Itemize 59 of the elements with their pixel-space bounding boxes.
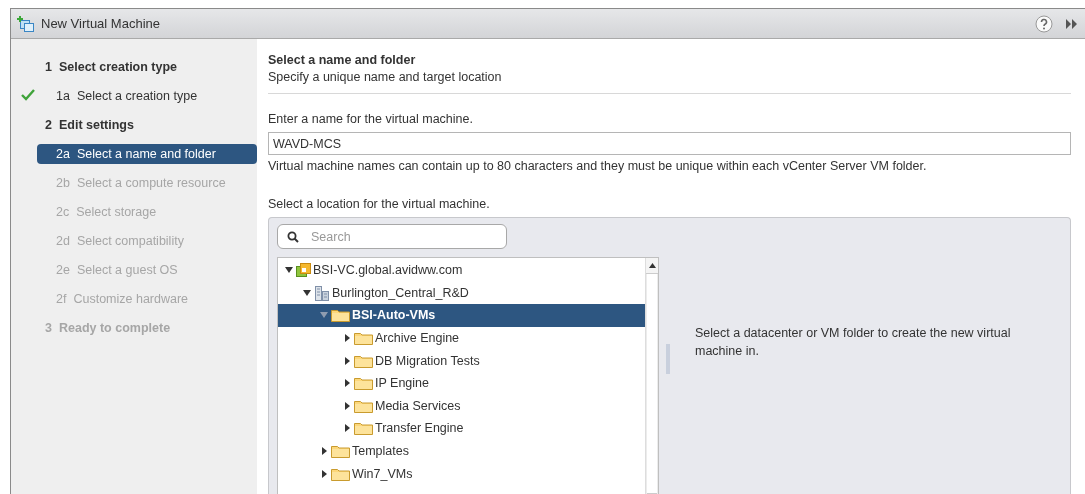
tree-row[interactable]: DB Migration Tests xyxy=(278,349,645,372)
search-icon xyxy=(287,231,299,243)
collapse-triangle-icon[interactable] xyxy=(342,423,352,434)
tree-row[interactable]: Burlington_Central_R&D xyxy=(278,281,645,305)
tree-item-label: Transfer Engine xyxy=(375,421,464,436)
folder-icon xyxy=(354,376,373,391)
tree-row[interactable]: BSI-Auto-VMs xyxy=(278,304,645,327)
tree-row[interactable]: BSI-VC.global.avidww.com xyxy=(278,259,645,282)
folder-icon xyxy=(331,444,350,459)
tree-item-label: Archive Engine xyxy=(375,331,460,346)
expand-triangle-icon[interactable] xyxy=(302,288,312,297)
help-text: Virtual machine names can contain up to 80 characters and they must be unique within each vCenter Server VM folder. xyxy=(268,159,928,173)
collapse-triangle-icon[interactable] xyxy=(342,355,352,366)
wizard-step[interactable]: 1a Select a creation type xyxy=(48,85,206,106)
tree-item-label: BSI-VC.global.avidww.com xyxy=(313,263,463,278)
wizard-step[interactable]: 2 Edit settings xyxy=(37,114,142,135)
info-message: Select a datacenter or VM folder to create the new virtual machine in. xyxy=(695,325,1012,361)
tree-row[interactable]: Transfer Engine xyxy=(278,417,645,440)
page-subtitle: Specify a unique name and target location xyxy=(268,70,503,84)
folder-icon xyxy=(331,466,350,481)
tree-row[interactable]: Templates xyxy=(278,439,645,463)
tree-row[interactable]: Archive Engine xyxy=(278,326,645,350)
tree-row[interactable]: Win7_VMs xyxy=(278,462,645,485)
search-field[interactable]: Search xyxy=(277,224,507,249)
fast-forward-icon[interactable] xyxy=(1065,17,1079,30)
folder-icon xyxy=(354,421,373,436)
collapse-triangle-icon[interactable] xyxy=(319,446,329,457)
expand-triangle-icon[interactable] xyxy=(284,266,294,275)
wizard-step[interactable]: 1 Select creation type xyxy=(37,56,186,77)
collapse-triangle-icon[interactable] xyxy=(342,400,352,411)
tree-row[interactable]: IP Engine xyxy=(278,371,645,395)
tree-row[interactable]: Media Services xyxy=(278,394,645,418)
wizard-step[interactable]: 2a Select a name and folder xyxy=(37,143,257,164)
folder-icon xyxy=(354,353,373,368)
help-icon[interactable] xyxy=(1035,14,1053,33)
collapse-triangle-icon[interactable] xyxy=(319,468,329,479)
tree-item-label: Media Services xyxy=(375,398,461,413)
window-title: New Virtual Machine xyxy=(41,16,161,31)
collapse-triangle-icon[interactable] xyxy=(342,378,352,389)
folder-icon xyxy=(331,308,350,323)
tree-item-label: Templates xyxy=(352,444,409,459)
folder-icon xyxy=(354,331,373,346)
scroll-up-icon[interactable] xyxy=(648,262,656,268)
vm-icon xyxy=(17,15,35,32)
tree-item-label: Win7_VMs xyxy=(352,466,413,481)
splitter-handle-icon[interactable] xyxy=(666,344,670,374)
collapse-triangle-icon[interactable] xyxy=(342,333,352,344)
scrollbar[interactable] xyxy=(645,258,658,494)
tree-item-label: BSI-Auto-VMs xyxy=(352,308,436,323)
tree-item-label: IP Engine xyxy=(375,376,429,391)
field-label: Select a location for the virtual machine. xyxy=(268,197,491,211)
folder-icon xyxy=(354,398,373,413)
tree-item-label: DB Migration Tests xyxy=(375,353,480,368)
tree-item-label: Burlington_Central_R&D xyxy=(332,285,469,300)
name-input-field[interactable]: WAVD-MCS xyxy=(268,132,1071,155)
page-title: Select a name and folder xyxy=(268,53,417,67)
vcenter-icon xyxy=(296,262,311,278)
building-icon xyxy=(314,284,330,301)
field-label: Enter a name for the virtual machine. xyxy=(268,112,474,126)
